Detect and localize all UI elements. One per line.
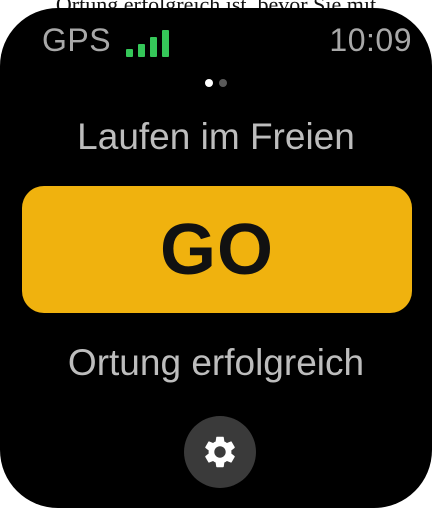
gps-label: GPS [42, 22, 112, 58]
signal-bar [126, 49, 133, 57]
watch-screen: GPS 10:09 Laufen im Freien GO Ortung erf… [0, 8, 432, 508]
go-button-label: GO [159, 209, 274, 290]
page-indicator [0, 74, 432, 87]
gear-icon [205, 436, 235, 468]
settings-button[interactable] [184, 416, 256, 488]
go-button[interactable]: GO [22, 186, 412, 313]
workout-title: Laufen im Freien [77, 116, 355, 157]
status-bar: GPS 10:09 [0, 14, 432, 64]
page-dot [219, 79, 227, 87]
signal-bar [150, 37, 157, 57]
clock-time: 10:09 [329, 22, 412, 58]
page-dot-active [205, 79, 213, 87]
location-status: Ortung erfolgreich [67, 342, 365, 383]
signal-bar [162, 30, 169, 57]
signal-bars-icon [126, 29, 178, 57]
signal-bar [138, 44, 145, 57]
